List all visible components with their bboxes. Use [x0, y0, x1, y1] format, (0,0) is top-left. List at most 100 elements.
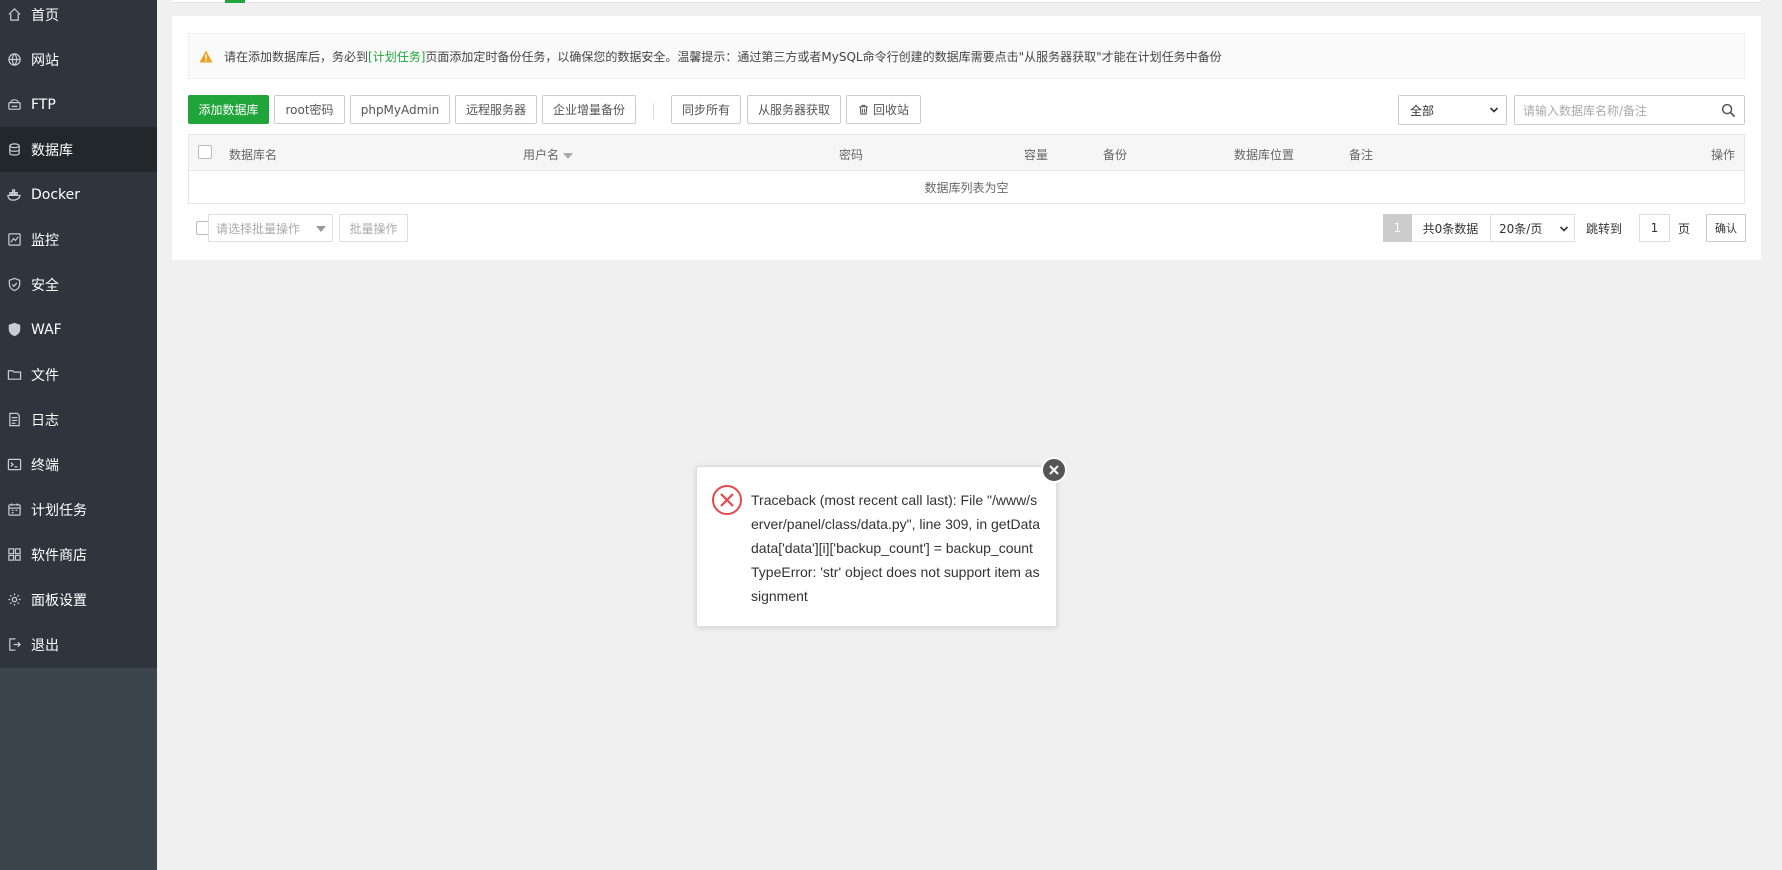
column-db-name[interactable]: 数据库名 — [229, 146, 277, 163]
database-panel: 请在添加数据库后，务必到[计划任务]页面添加定时备份任务，以确保您的数据安全。温… — [172, 16, 1761, 260]
sync-all-button[interactable]: 同步所有 — [671, 95, 741, 124]
sidebar-item-label: 面板设置 — [31, 592, 87, 609]
recycle-bin-label: 回收站 — [872, 103, 909, 117]
database-icon — [4, 140, 24, 160]
sidebar-item-label: 数据库 — [31, 142, 73, 159]
jump-page-input[interactable]: 1 — [1639, 214, 1670, 242]
close-icon — [1049, 465, 1059, 475]
notice-text: 请在添加数据库后，务必到[计划任务]页面添加定时备份任务，以确保您的数据安全。温… — [224, 48, 1222, 65]
globe-icon — [4, 50, 24, 70]
column-backup: 备份 — [1103, 148, 1128, 162]
batch-action-button[interactable]: 批量操作 — [339, 214, 408, 242]
sidebar-item-files[interactable]: 文件 — [0, 352, 157, 397]
page-total: 共0条数据 — [1412, 214, 1489, 242]
logout-icon — [4, 635, 24, 655]
folder-icon — [4, 365, 24, 385]
sidebar-item-home[interactable]: 首页 — [0, 0, 157, 37]
monitor-icon — [4, 230, 24, 250]
ftp-icon — [4, 95, 24, 115]
sidebar-item-label: 网站 — [31, 52, 59, 69]
page-size-value: 20条/页 — [1499, 221, 1543, 236]
sort-down-icon — [563, 153, 574, 159]
sidebar-item-docker[interactable]: Docker — [0, 172, 157, 217]
cron-task-link[interactable]: [计划任务] — [368, 50, 425, 64]
notice-text-before: 请在添加数据库后，务必到 — [224, 49, 369, 64]
sidebar-item-label: FTP — [31, 96, 56, 113]
phpmyadmin-button[interactable]: phpMyAdmin — [350, 95, 450, 124]
category-selected: 全部 — [1410, 103, 1435, 118]
chevron-down-icon — [1489, 107, 1499, 113]
terminal-icon — [4, 455, 24, 475]
sidebar-nav: 首页 网站 FTP 数据库 Docker 监控 安全 WAF 文件 日志 终端 … — [0, 0, 157, 668]
close-button[interactable] — [1041, 457, 1067, 483]
main-content: 请在添加数据库后，务必到[计划任务]页面添加定时备份任务，以确保您的数据安全。温… — [157, 0, 1782, 870]
add-database-button[interactable]: 添加数据库 — [188, 95, 269, 124]
error-message: Traceback (most recent call last): File … — [751, 492, 1041, 604]
sidebar-item-cron[interactable]: 计划任务 — [0, 487, 157, 532]
warning-icon — [199, 50, 213, 62]
sidebar-item-label: 日志 — [31, 412, 59, 429]
column-username-label: 用户名 — [523, 148, 560, 162]
recycle-bin-button[interactable]: 回收站 — [846, 95, 921, 124]
category-select[interactable]: 全部 — [1398, 95, 1507, 125]
select-all-checkbox[interactable] — [198, 145, 212, 159]
fetch-from-server-button[interactable]: 从服务器获取 — [747, 95, 841, 124]
log-icon — [4, 410, 24, 430]
enterprise-backup-button[interactable]: 企业增量备份 — [542, 95, 636, 124]
notice-bar: 请在添加数据库后，务必到[计划任务]页面添加定时备份任务，以确保您的数据安全。温… — [188, 33, 1745, 79]
sidebar-item-label: 监控 — [31, 232, 59, 249]
batch-action-select[interactable]: 请选择批量操作 — [208, 214, 333, 242]
sidebar-item-label: 退出 — [31, 637, 59, 654]
remote-server-button[interactable]: 远程服务器 — [455, 95, 537, 124]
sidebar-item-logout[interactable]: 退出 — [0, 622, 157, 667]
toolbar-divider — [653, 103, 654, 119]
caret-down-icon — [316, 226, 326, 232]
gear-icon — [4, 590, 24, 610]
sidebar-item-database[interactable]: 数据库 — [0, 127, 157, 172]
sidebar-item-label: 首页 — [31, 7, 59, 24]
batch-action-placeholder: 请选择批量操作 — [216, 221, 301, 236]
jump-confirm-button[interactable]: 确认 — [1706, 214, 1746, 242]
apps-icon — [4, 545, 24, 565]
sidebar-item-waf[interactable]: WAF — [0, 307, 157, 352]
empty-message: 数据库列表为空 — [924, 181, 1009, 195]
column-location: 数据库位置 — [1234, 148, 1295, 162]
database-table: 数据库名 用户名 密码 容量 备份 数据库位置 备注 操作 数据库列表为空 — [188, 134, 1745, 204]
page-unit-label: 页 — [1677, 221, 1690, 236]
search-box: 请输入数据库名称/备注 — [1514, 95, 1745, 125]
page-current[interactable]: 1 — [1383, 214, 1412, 242]
jump-label: 跳转到 — [1585, 221, 1622, 236]
waf-icon — [4, 320, 24, 340]
sidebar-item-ftp[interactable]: FTP — [0, 82, 157, 127]
notice-text-after: 页面添加定时备份任务，以确保您的数据安全。温馨提示：通过第三方或者MySQL命令… — [425, 49, 1222, 64]
column-password: 密码 — [839, 148, 864, 162]
sidebar-item-logs[interactable]: 日志 — [0, 397, 157, 442]
sidebar-item-terminal[interactable]: 终端 — [0, 442, 157, 487]
tab-strip — [172, 0, 1761, 3]
column-username[interactable]: 用户名 — [523, 146, 574, 163]
calendar-icon — [4, 500, 24, 520]
search-icon[interactable] — [1721, 103, 1736, 118]
root-password-button[interactable]: root密码 — [274, 95, 345, 124]
page-size-select[interactable]: 20条/页 — [1490, 214, 1575, 242]
sidebar-item-label: Docker — [31, 186, 81, 203]
search-input[interactable]: 请输入数据库名称/备注 — [1523, 102, 1647, 119]
column-actions: 操作 — [1711, 148, 1736, 162]
sidebar-item-label: 终端 — [31, 457, 59, 474]
home-icon — [4, 5, 24, 25]
sidebar-item-monitor[interactable]: 监控 — [0, 217, 157, 262]
column-note: 备注 — [1349, 148, 1374, 162]
trash-icon — [859, 104, 868, 115]
sidebar-item-security[interactable]: 安全 — [0, 262, 157, 307]
shield-icon — [4, 275, 24, 295]
sidebar-item-label: 软件商店 — [31, 547, 87, 564]
error-dialog: Traceback (most recent call last): File … — [696, 457, 1067, 627]
sidebar-item-label: 计划任务 — [31, 502, 87, 519]
sidebar-item-label: 文件 — [31, 367, 59, 384]
docker-icon — [4, 185, 24, 205]
sidebar-item-settings[interactable]: 面板设置 — [0, 577, 157, 622]
chevron-down-icon — [1559, 226, 1569, 232]
sidebar: 首页 网站 FTP 数据库 Docker 监控 安全 WAF 文件 日志 终端 … — [0, 0, 157, 870]
sidebar-item-website[interactable]: 网站 — [0, 37, 157, 82]
sidebar-item-app-store[interactable]: 软件商店 — [0, 532, 157, 577]
